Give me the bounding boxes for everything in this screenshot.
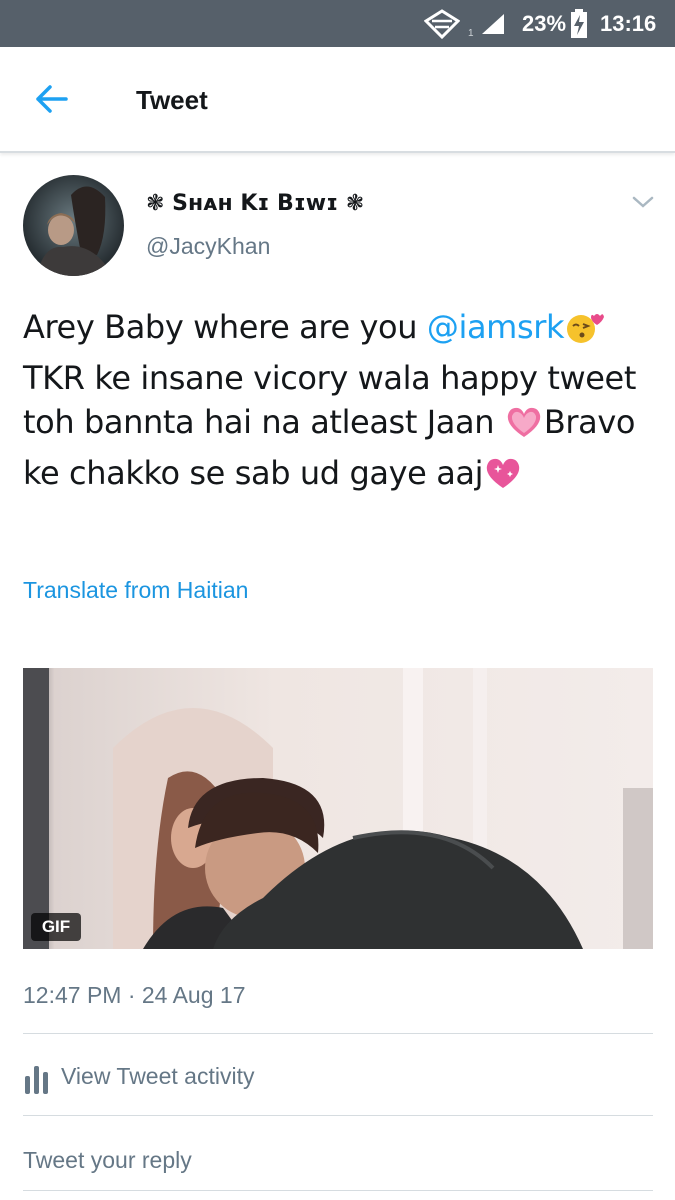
signal-icon <box>480 12 506 41</box>
tweet-text-part: Arey Baby where are you <box>23 308 427 346</box>
app-header: Tweet <box>0 47 675 153</box>
tweet-options-button[interactable] <box>628 190 658 214</box>
heart-icon <box>504 405 544 451</box>
divider <box>23 1033 653 1034</box>
wifi-icon <box>423 9 461 44</box>
chevron-down-icon <box>632 196 654 208</box>
reply-input[interactable] <box>23 1140 653 1180</box>
view-tweet-activity-label: View Tweet activity <box>61 1063 255 1089</box>
display-name[interactable]: ❃ Sʜᴀʜ Kɪ Bɪᴡɪ ❃ <box>146 191 364 216</box>
face-blowing-kiss-icon <box>564 310 605 356</box>
tweet-timestamp: 12:47 PM · 24 Aug 17 <box>23 982 246 1008</box>
analytics-icon <box>25 1066 48 1094</box>
back-button[interactable] <box>30 77 76 121</box>
avatar[interactable] <box>23 175 124 276</box>
clock: 13:16 <box>600 11 657 36</box>
gif-badge: GIF <box>31 913 81 941</box>
divider <box>23 1190 653 1191</box>
battery-charging-icon <box>570 9 588 44</box>
username[interactable]: @JacyKhan <box>146 233 270 260</box>
page-title: Tweet <box>136 85 208 115</box>
signal-strength-label: 1 <box>468 28 474 39</box>
gif-preview-image <box>23 668 653 949</box>
divider <box>23 1115 653 1116</box>
view-tweet-activity-button[interactable]: View Tweet activity <box>23 1058 653 1098</box>
tweet-text: Arey Baby where are you @iamsrk TKR ke i… <box>23 305 663 501</box>
tweet-media-gif[interactable]: GIF <box>23 668 653 949</box>
arrow-left-icon <box>36 85 68 113</box>
sparkling-heart-icon <box>483 456 523 502</box>
mention-link[interactable]: @iamsrk <box>427 308 565 346</box>
battery-percent: 23% <box>522 11 567 36</box>
translate-link[interactable]: Translate from Haitian <box>23 577 248 604</box>
status-bar: 1 23% 13:16 <box>0 0 675 47</box>
